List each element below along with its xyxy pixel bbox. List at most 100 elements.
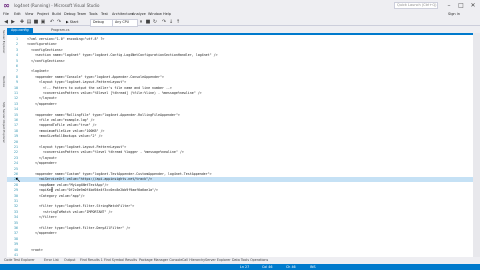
code-line[interactable]: 33 <stringToMatch value="IMPORTANT" /> [7, 210, 473, 215]
editor-vertical-scrollbar[interactable] [473, 33, 480, 264]
code-line[interactable]: 36 <filter type="log4net.Filter.DenyAllF… [7, 226, 473, 231]
redo-icon[interactable]: ↷ [56, 19, 62, 25]
code-line[interactable]: 30 <Category value="app"/> [7, 194, 473, 199]
code-line[interactable]: 7 <log4net> [7, 69, 473, 74]
open-file-icon[interactable]: ▤ [26, 19, 32, 25]
tab-output[interactable]: Output [64, 257, 75, 264]
code-line[interactable]: 17 <appendToFile value="true" /> [7, 123, 473, 128]
code-line[interactable]: 14 [7, 107, 473, 112]
code-line[interactable]: 6 [7, 64, 473, 69]
code-text: <apiKey value="0f2c0e9a0f4bd94e4f3cc0ec8… [27, 188, 159, 193]
code-line[interactable]: 24 </appender> [7, 161, 473, 166]
code-line[interactable]: 31 [7, 199, 473, 204]
code-line[interactable]: 16 <file value="example.log" /> [7, 118, 473, 123]
stop-icon[interactable]: ■ [145, 19, 151, 25]
code-line[interactable]: 9 <layout type="log4net.Layout.PatternLa… [7, 80, 473, 85]
tab-data-tools-operations[interactable]: Data Tools Operations [232, 257, 268, 264]
configuration-select[interactable]: Debug [90, 19, 114, 27]
step-into-icon[interactable]: ↓ [168, 19, 174, 25]
code-line[interactable]: 22 <conversionPattern value="%level %thr… [7, 150, 473, 155]
menu-window[interactable]: Window [148, 11, 162, 18]
code-editor[interactable]: 1 <?xml version="1.0" encoding="utf-8" ?>… [7, 33, 473, 264]
tab-find-results[interactable]: Find Results 1 [80, 257, 103, 264]
code-line[interactable]: 18 <maximumFileSize value="100KB" /> [7, 129, 473, 134]
tab-server-explorer-bottom[interactable]: Server Explorer [205, 257, 231, 264]
code-text: <maximumFileSize value="100KB" /> [27, 128, 105, 133]
code-text: </filter> [27, 215, 57, 220]
menu-edit[interactable]: Edit [14, 11, 21, 18]
menu-view[interactable]: View [25, 11, 33, 18]
status-col: Col 46 [262, 265, 273, 269]
code-line[interactable]: 32 <filter type="log4net.Filter.StringMa… [7, 204, 473, 209]
code-line[interactable]: 11 <conversionPattern value="%5level [%t… [7, 91, 473, 96]
code-line[interactable]: 13 </appender> [7, 102, 473, 107]
code-line[interactable]: 1 <?xml version="1.0" encoding="utf-8" ?> [7, 37, 473, 42]
code-line[interactable]: 8 <appender name="Console" type="log4net… [7, 75, 473, 80]
menu-file[interactable]: File [3, 11, 9, 18]
tab-code-test-explorer[interactable]: Code Test Explorer [4, 257, 35, 264]
save-all-icon[interactable]: ▣ [40, 19, 46, 25]
code-line[interactable]: 35 [7, 221, 473, 226]
line-number: 16 [14, 118, 18, 122]
code-line[interactable]: 27 <aiServiceUrl value="https://api.appi… [7, 177, 473, 183]
close-button[interactable]: ✕ [468, 1, 478, 10]
code-line[interactable]: 19 <maxSizeRollBackups value="2" /> [7, 134, 473, 139]
tab-package-manager-console[interactable]: Package Manager Console [139, 257, 182, 264]
code-line[interactable]: 34 </filter> [7, 215, 473, 220]
code-line[interactable]: 20 [7, 140, 473, 145]
menu-analyze[interactable]: Analyze [132, 11, 146, 18]
platform-select[interactable]: Any CPU [112, 19, 138, 27]
code-line[interactable]: 25 [7, 167, 473, 172]
line-number: 11 [14, 91, 18, 95]
code-line[interactable]: 29 <apiKey value="0f2c0e9a0f4bd94e4f3cc0… [7, 188, 473, 193]
back-icon[interactable]: ◀ [3, 19, 9, 25]
restart-icon[interactable]: ↻ [152, 19, 158, 25]
code-line[interactable]: 2 <configuration> [7, 42, 473, 47]
left-tool-tabs: Server Explorer Toolbox SQL Server Objec… [0, 26, 6, 264]
menu-help[interactable]: Help [163, 11, 171, 18]
code-text: <filter type="log4net.Filter.StringMatch… [27, 204, 135, 209]
start-button[interactable]: ▶ Start [66, 19, 78, 25]
sign-in-link[interactable]: Sign in [448, 11, 460, 18]
code-line[interactable]: 10 <!-- Pattern to output the caller's f… [7, 86, 473, 91]
tab-server-explorer[interactable]: Server Explorer [0, 30, 6, 53]
code-line[interactable]: 5 </configSections> [7, 59, 473, 64]
code-line[interactable]: 21 <layout type="log4net.Layout.PatternL… [7, 145, 473, 150]
code-line[interactable]: 3 <configSections> [7, 48, 473, 53]
code-text: <stringToMatch value="IMPORTANT" /> [27, 209, 113, 214]
tab-call-hierarchy[interactable]: Call Hierarchy [182, 257, 205, 264]
code-line[interactable]: 40 <root> [7, 248, 473, 253]
code-line[interactable]: 4 <section name="log4net" type="log4net.… [7, 53, 473, 58]
tab-toolbox[interactable]: Toolbox [0, 76, 6, 87]
code-line[interactable]: 38 [7, 237, 473, 242]
tab-find-symbol-results[interactable]: Find Symbol Results [104, 257, 137, 264]
step-over-icon[interactable]: ↷ [161, 19, 167, 25]
line-number: 38 [14, 236, 18, 241]
code-line[interactable]: 23 </layout> [7, 156, 473, 161]
tab-sql-server-object-explorer[interactable]: SQL Server Object Explorer [0, 102, 6, 143]
minimize-button[interactable]: – [444, 1, 454, 10]
save-icon[interactable]: ■ [33, 19, 39, 25]
menu-debug[interactable]: Debug [64, 11, 76, 18]
code-line[interactable]: 15 <appender name="RollingFile" type="lo… [7, 113, 473, 118]
tab-error-list[interactable]: Error List [44, 257, 59, 264]
undo-icon[interactable]: ↶ [49, 19, 55, 25]
code-line[interactable]: 12 </layout> [7, 96, 473, 101]
menu-architecture[interactable]: Architecture [112, 11, 133, 18]
menu-build[interactable]: Build [52, 11, 61, 18]
code-line[interactable]: 26 <appender name="Custom" type="log4net… [7, 172, 473, 177]
code-line[interactable]: 28 <appName value="MyLog4NetTestApp"/> [7, 183, 473, 188]
new-project-icon[interactable]: ✚ [19, 19, 25, 25]
forward-icon[interactable]: ▶ [10, 19, 16, 25]
code-line[interactable]: 39 [7, 242, 473, 247]
code-line[interactable]: 37 </appender> [7, 231, 473, 236]
maximize-button[interactable]: □ [456, 1, 466, 10]
menu-test[interactable]: Test [101, 11, 108, 18]
menu-tools[interactable]: Tools [89, 11, 98, 18]
pause-icon[interactable]: ⏸ [138, 19, 144, 25]
line-number: 9 [16, 80, 18, 85]
step-out-icon[interactable]: ↑ [175, 19, 181, 25]
menu-team[interactable]: Team [77, 11, 86, 18]
quick-launch-input[interactable]: Quick Launch (Ctrl+Q) [394, 2, 438, 9]
menu-project[interactable]: Project [37, 11, 49, 18]
